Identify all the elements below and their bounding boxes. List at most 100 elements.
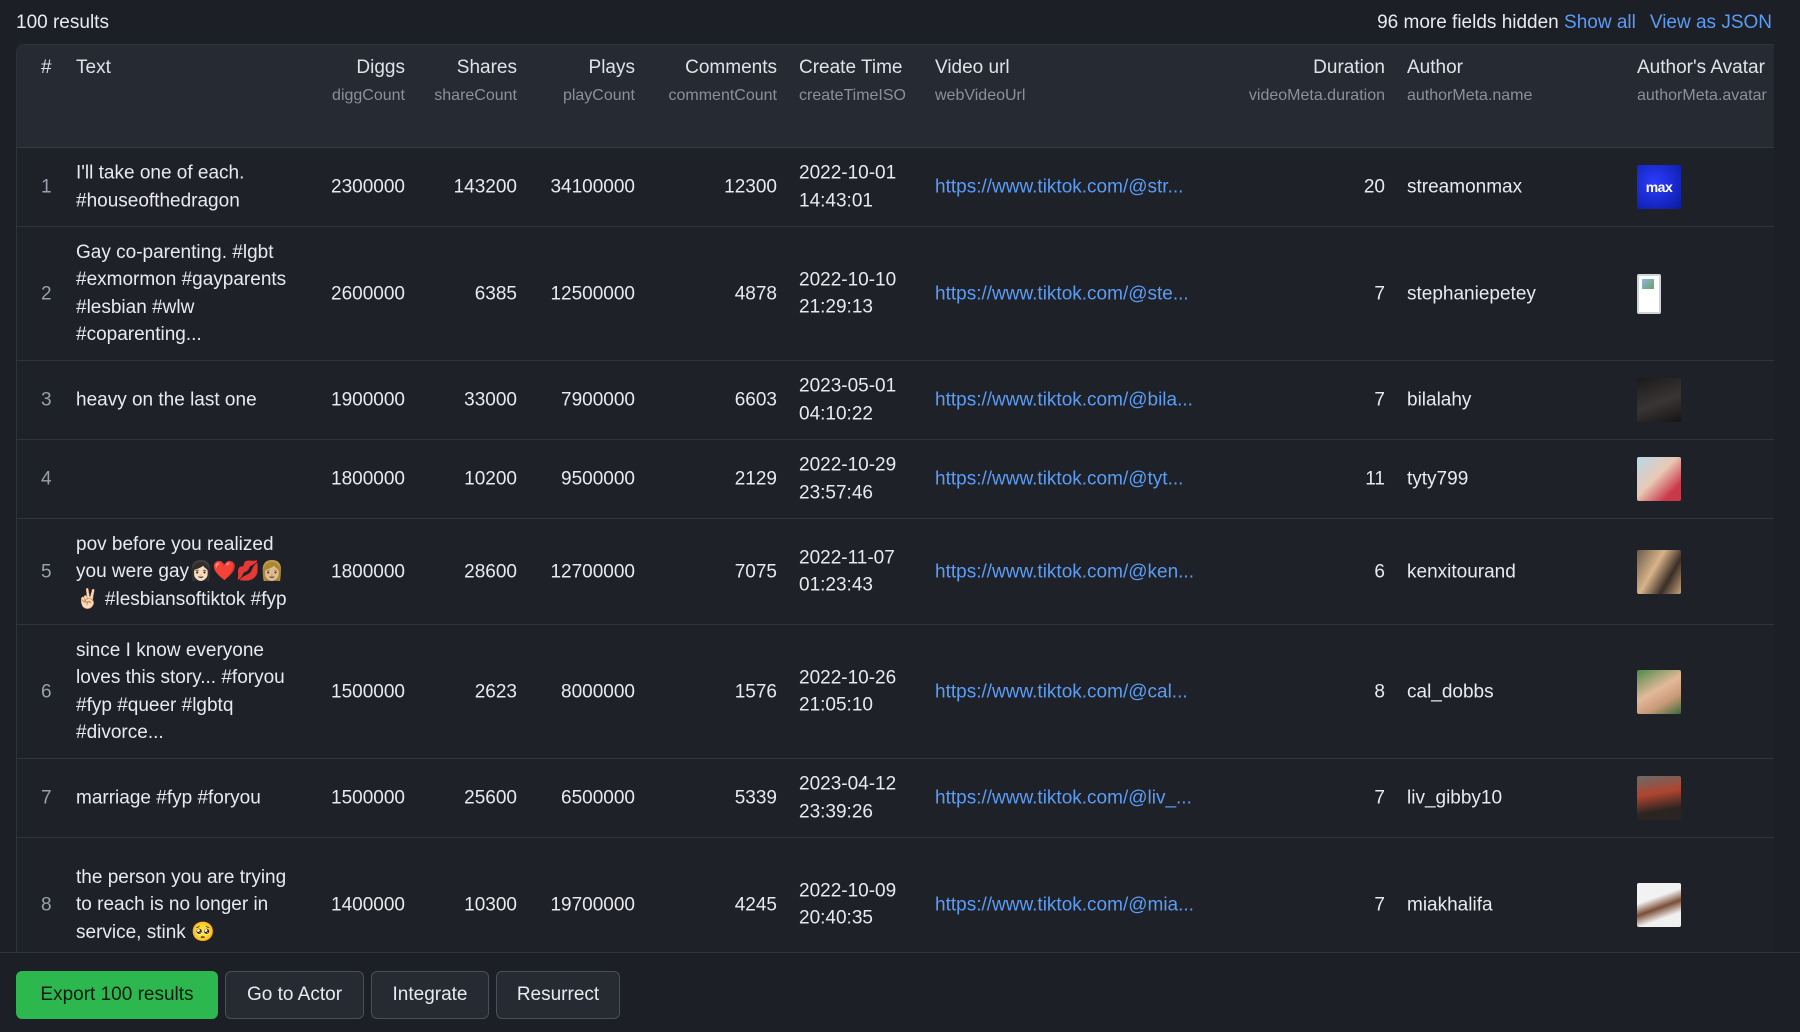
row-plays: 19700000: [550, 893, 635, 915]
author-avatar[interactable]: [1637, 882, 1681, 927]
broken-image-icon[interactable]: [1637, 273, 1661, 314]
row-comments: 1576: [734, 680, 777, 702]
row-create-time: 2022-10-01 14:43:01: [799, 162, 897, 212]
column-header-avatar[interactable]: Author's Avatar authorMeta.avatar: [1637, 57, 1767, 105]
author-avatar[interactable]: [1637, 549, 1681, 594]
row-index: 3: [41, 389, 52, 411]
row-plays: 6500000: [561, 787, 635, 809]
author-avatar[interactable]: max: [1637, 165, 1681, 209]
row-text: the person you are trying to reach is no…: [76, 866, 287, 943]
row-plays: 34100000: [550, 176, 635, 198]
row-comments: 4245: [734, 893, 777, 915]
row-author: bilalahy: [1407, 389, 1472, 411]
row-comments: 6603: [734, 389, 777, 411]
row-diggs: 1800000: [331, 468, 405, 490]
view-as-json-link[interactable]: View as JSON: [1650, 12, 1772, 34]
row-diggs: 1500000: [331, 787, 405, 809]
row-index: 5: [41, 560, 52, 582]
export-results-button[interactable]: Export 100 results: [16, 971, 218, 1019]
table-row[interactable]: 4 1800000 10200 9500000 2129 2022-10-29 2…: [17, 440, 1774, 519]
results-toolbar: 100 results 96 more fields hidden Show a…: [0, 0, 1800, 46]
row-duration: 20: [1363, 176, 1385, 198]
hidden-fields-count: 96 more fields hidden: [1377, 12, 1559, 33]
row-comments: 2129: [734, 468, 777, 490]
table-row[interactable]: 7 marriage #fyp #foryou 1500000 25600 65…: [17, 759, 1774, 838]
column-header-shares[interactable]: Shares shareCount: [417, 57, 517, 105]
row-shares: 143200: [453, 176, 517, 198]
row-create-time: 2022-11-07 01:23:43: [799, 547, 895, 596]
row-video-url[interactable]: https://www.tiktok.com/@mia...: [935, 891, 1194, 919]
row-video-url[interactable]: https://www.tiktok.com/@ste...: [935, 280, 1189, 308]
author-avatar[interactable]: [1637, 378, 1681, 422]
row-video-url[interactable]: https://www.tiktok.com/@bila...: [935, 386, 1193, 414]
row-comments: 4878: [734, 282, 777, 304]
row-text: pov before you realized you were gay👩🏻❤️…: [76, 533, 287, 610]
row-duration: 7: [1374, 282, 1385, 304]
table-row[interactable]: 3 heavy on the last one 1900000 33000 79…: [17, 361, 1774, 440]
row-video-url[interactable]: https://www.tiktok.com/@liv_...: [935, 784, 1192, 812]
row-shares: 2623: [474, 680, 517, 702]
row-index: 8: [41, 893, 52, 915]
row-plays: 12500000: [550, 282, 635, 304]
column-header-comments[interactable]: Comments commentCount: [647, 57, 778, 105]
row-author: streamonmax: [1407, 176, 1523, 198]
show-all-link[interactable]: Show all: [1564, 12, 1636, 33]
column-header-index[interactable]: #: [41, 57, 52, 79]
row-text: Gay co-parenting. #lgbt #exmormon #gaypa…: [76, 241, 287, 346]
resurrect-button[interactable]: Resurrect: [496, 971, 620, 1019]
column-header-plays[interactable]: Plays playCount: [527, 57, 635, 105]
row-video-url[interactable]: https://www.tiktok.com/@cal...: [935, 678, 1188, 706]
row-comments: 7075: [734, 560, 777, 582]
column-header-diggs[interactable]: Diggs diggCount: [277, 57, 405, 105]
table-row[interactable]: 5 pov before you realized you were gay👩🏻…: [17, 519, 1774, 625]
row-video-url[interactable]: https://www.tiktok.com/@str...: [935, 173, 1183, 201]
row-text: since I know everyone loves this story..…: [76, 639, 285, 744]
table-row[interactable]: 2 Gay co-parenting. #lgbt #exmormon #gay…: [17, 227, 1774, 361]
table-row[interactable]: 8 the person you are trying to reach is …: [17, 838, 1774, 953]
table-row[interactable]: 6 since I know everyone loves this story…: [17, 625, 1774, 759]
integrate-button[interactable]: Integrate: [371, 971, 489, 1019]
author-avatar[interactable]: [1637, 457, 1681, 501]
row-duration: 6: [1374, 560, 1385, 582]
column-header-text[interactable]: Text: [76, 57, 111, 79]
row-diggs: 2600000: [331, 282, 405, 304]
row-author: kenxitourand: [1407, 560, 1516, 582]
column-header-duration[interactable]: Duration videoMeta.duration: [1217, 57, 1385, 105]
row-duration: 8: [1374, 680, 1385, 702]
row-create-time: 2022-10-26 21:05:10: [799, 667, 897, 716]
row-text: marriage #fyp #foryou: [76, 787, 261, 809]
table-header: # Text Diggs diggCount Shares shareCount P…: [17, 45, 1774, 148]
row-author: cal_dobbs: [1407, 680, 1494, 702]
results-count: 100 results: [16, 12, 109, 33]
row-create-time: 2022-10-10 21:29:13: [799, 269, 897, 318]
author-avatar[interactable]: [1637, 669, 1681, 714]
row-video-url[interactable]: https://www.tiktok.com/@tyt...: [935, 465, 1183, 493]
row-author: stephaniepetey: [1407, 282, 1536, 304]
row-plays: 7900000: [561, 389, 635, 411]
row-index: 1: [41, 176, 52, 198]
row-index: 6: [41, 680, 52, 702]
row-diggs: 1500000: [331, 680, 405, 702]
row-plays: 12700000: [550, 560, 635, 582]
column-header-author[interactable]: Author authorMeta.name: [1407, 57, 1532, 105]
author-avatar[interactable]: [1637, 776, 1681, 820]
row-video-url[interactable]: https://www.tiktok.com/@ken...: [935, 558, 1194, 586]
row-create-time: 2023-04-12 23:39:26: [799, 773, 897, 823]
table-row[interactable]: 1 I'll take one of each. #houseofthedrag…: [17, 148, 1774, 227]
row-shares: 28600: [464, 560, 517, 582]
row-shares: 6385: [474, 282, 517, 304]
row-shares: 10300: [464, 893, 517, 915]
row-plays: 8000000: [561, 680, 635, 702]
row-duration: 7: [1374, 787, 1385, 809]
column-header-create-time[interactable]: Create Time createTimeISO: [799, 57, 906, 105]
row-shares: 33000: [464, 389, 517, 411]
action-bar: Export 100 results Go to Actor Integrate…: [0, 952, 1800, 1032]
go-to-actor-button[interactable]: Go to Actor: [225, 971, 364, 1019]
column-header-video-url[interactable]: Video url webVideoUrl: [935, 57, 1025, 105]
row-duration: 11: [1365, 468, 1385, 490]
row-comments: 12300: [724, 176, 777, 198]
row-shares: 10200: [464, 468, 517, 490]
row-diggs: 1800000: [331, 560, 405, 582]
row-create-time: 2022-10-29 23:57:46: [799, 454, 897, 504]
row-create-time: 2022-10-09 20:40:35: [799, 880, 897, 929]
